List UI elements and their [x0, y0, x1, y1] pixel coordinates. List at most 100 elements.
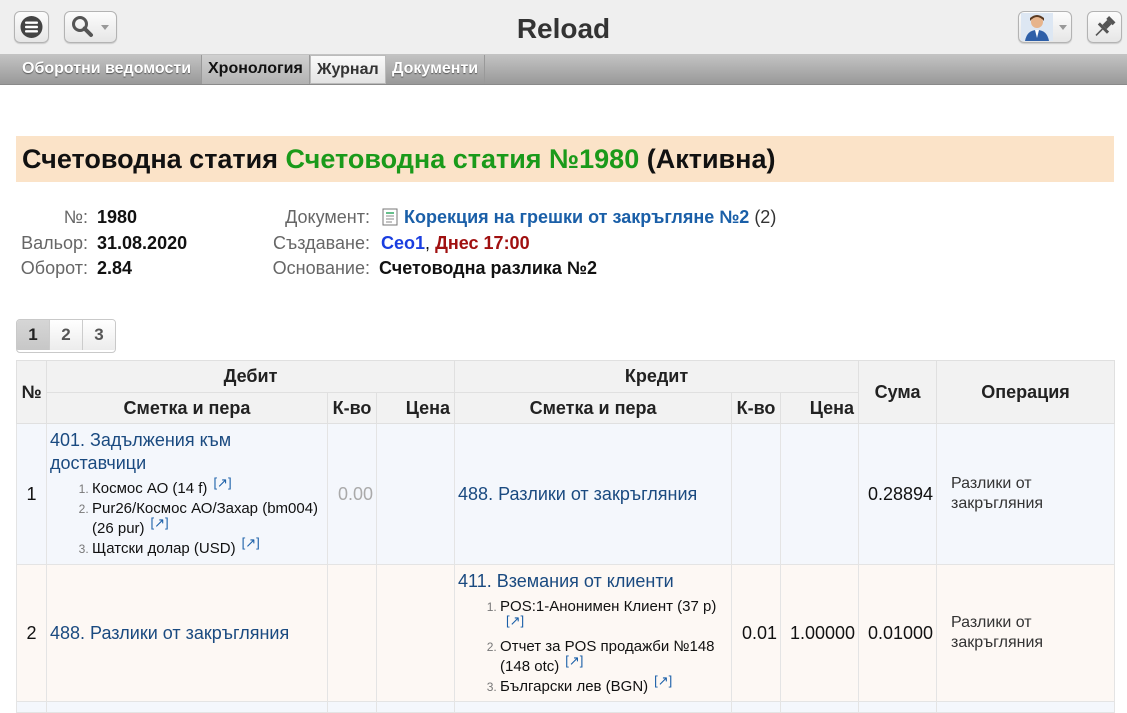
pager: 1 2 3 — [16, 319, 116, 353]
row-number: 1 — [16, 423, 47, 565]
debit-account-cell: 401. Задължения към доставчици Космос АО… — [46, 423, 328, 565]
tab-journal[interactable]: Журнал — [310, 55, 386, 84]
header-number: № — [16, 360, 47, 424]
valor-value: 31.08.2020 — [97, 232, 188, 253]
item-label: Щатски долар (USD) — [92, 540, 236, 557]
list-item: Български лев (BGN) [↗] — [500, 673, 728, 697]
created-time: Днес 17:00 — [435, 232, 530, 253]
header-debit: Дебит — [45, 360, 456, 393]
external-link-icon[interactable]: [↗] — [213, 475, 231, 490]
external-link-icon[interactable]: [↗] — [151, 515, 169, 530]
credit-account-link[interactable]: 488. Разлики от закръгляния — [458, 483, 728, 506]
reason-label: Основание: — [272, 258, 370, 278]
header-credit-account: Сметка и пера — [454, 392, 733, 424]
top-bar: Reload — [0, 0, 1127, 54]
pin-icon — [1095, 16, 1116, 37]
reason-value: Счетоводна разлика №2 — [379, 258, 598, 278]
debit-account-link[interactable]: 488. Разлики от закръгляния — [50, 622, 324, 645]
credit-account-link[interactable]: 411. Вземания от клиенти — [458, 570, 728, 593]
debit-account-link[interactable]: 401. Задължения към доставчици — [50, 429, 324, 475]
credit-items-list: POS:1-Анонимен Клиент (37 p)[↗] Отчет за… — [458, 597, 728, 697]
ledger-table: № Дебит Кредит Сума Операция Сметка и пе… — [16, 360, 1116, 713]
empty-cell — [936, 701, 1116, 713]
debit-qty — [327, 564, 377, 702]
external-link-icon[interactable]: [↗] — [506, 613, 524, 628]
empty-cell — [327, 701, 377, 713]
table-row: 1 401. Задължения към доставчици Космос … — [16, 423, 1116, 565]
number-value: 1980 — [97, 207, 138, 227]
debit-price — [375, 423, 456, 565]
debit-items-list: Космос АО (14 f) [↗] Pur26/Космос АО/Заха… — [50, 475, 324, 559]
turnover-value: 2.84 — [97, 258, 133, 278]
header-credit-price: Цена — [780, 392, 860, 424]
empty-cell — [780, 701, 860, 713]
credit-account-cell: 488. Разлики от закръгляния — [454, 423, 733, 565]
debit-account-cell: 488. Разлики от закръгляния — [46, 564, 328, 702]
debit-qty: 0.00 — [327, 423, 377, 565]
row-number: 2 — [16, 564, 47, 702]
table-row — [16, 701, 1116, 713]
document-count: (2) — [754, 207, 777, 227]
empty-cell — [46, 701, 328, 713]
header-debit-price: Цена — [375, 392, 456, 424]
created-label: Създаване: — [273, 232, 370, 253]
page-2-button[interactable]: 2 — [50, 320, 83, 350]
user-menu-button[interactable] — [1018, 11, 1072, 43]
turnover-label: Оборот: — [20, 258, 88, 278]
operation: Разлики от закръгляния — [936, 423, 1116, 565]
empty-cell — [16, 701, 47, 713]
created-separator: , — [425, 232, 431, 253]
amount: 0.01000 — [858, 564, 938, 702]
page-title: Счетоводна статия Счетоводна статия №198… — [16, 136, 1114, 182]
external-link-icon[interactable]: [↗] — [242, 535, 260, 550]
external-link-icon[interactable]: [↗] — [654, 673, 672, 688]
item-label: Pur26/Космос АО/Захар (bm004) (26 pur) — [92, 500, 319, 537]
list-item: Космос АО (14 f) [↗] — [92, 475, 324, 499]
pin-button[interactable] — [1087, 11, 1122, 43]
document-link[interactable]: Корекция на грешки от закръгляне №2 — [404, 207, 749, 227]
table-row: 2 488. Разлики от закръгляния 411. Взема… — [16, 564, 1116, 702]
empty-cell — [858, 701, 938, 713]
list-item: POS:1-Анонимен Клиент (37 p)[↗] — [500, 597, 728, 637]
document-label: Документ: — [285, 207, 370, 227]
credit-qty: 0.01 — [731, 564, 782, 702]
header-credit-qty: К-во — [731, 392, 782, 424]
page-1-button[interactable]: 1 — [17, 320, 50, 350]
item-label: Български лев (BGN) — [500, 677, 649, 695]
credit-qty — [731, 423, 782, 565]
page-3-button[interactable]: 3 — [83, 320, 115, 350]
credit-price — [780, 423, 860, 565]
item-label: Отчет за POS продажби №148 (148 otc) — [500, 637, 715, 675]
header-amount: Сума — [858, 360, 938, 424]
debit-price — [375, 564, 456, 702]
tab-turnover-sheets[interactable]: Оборотни ведомости — [16, 55, 197, 84]
header-debit-account: Сметка и пера — [46, 392, 328, 424]
number-label: №: — [63, 207, 88, 227]
header-operation: Операция — [936, 360, 1116, 424]
empty-cell — [731, 701, 782, 713]
tab-documents[interactable]: Документи — [386, 55, 486, 84]
item-label: Космос АО (14 f) — [92, 480, 208, 497]
list-item: Pur26/Космос АО/Захар (bm004) (26 pur)[↗… — [92, 499, 324, 539]
empty-cell — [454, 701, 733, 713]
info-right: Документ: Корекция на грешки от закръгля… — [250, 205, 777, 282]
avatar-icon — [1021, 13, 1067, 41]
title-entry-name: Счетоводна статия №1980 — [285, 144, 640, 174]
credit-account-cell: 411. Вземания от клиенти POS:1-Анонимен … — [454, 564, 733, 702]
operation: Разлики от закръгляния — [936, 564, 1116, 702]
tabs-bar: Оборотни ведомости Хронология Журнал Док… — [0, 54, 1127, 85]
chevron-down-icon — [1059, 25, 1067, 30]
valor-label: Вальор: — [21, 232, 88, 253]
info-left: №: 1980 Вальор: 31.08.2020 Оборот: 2.84 — [16, 205, 187, 282]
header-debit-qty: К-во — [327, 392, 377, 424]
document-icon — [382, 208, 398, 226]
title-prefix: Счетоводна статия — [22, 144, 279, 174]
amount: 0.28894 — [858, 423, 938, 565]
header-credit: Кредит — [454, 360, 860, 393]
credit-price: 1.00000 — [780, 564, 860, 702]
tab-chronology[interactable]: Хронология — [201, 55, 310, 84]
created-user-link[interactable]: Ceo1 — [381, 233, 425, 253]
external-link-icon[interactable]: [↗] — [565, 653, 583, 668]
empty-cell — [375, 701, 456, 713]
title-status: (Активна) — [646, 144, 776, 174]
